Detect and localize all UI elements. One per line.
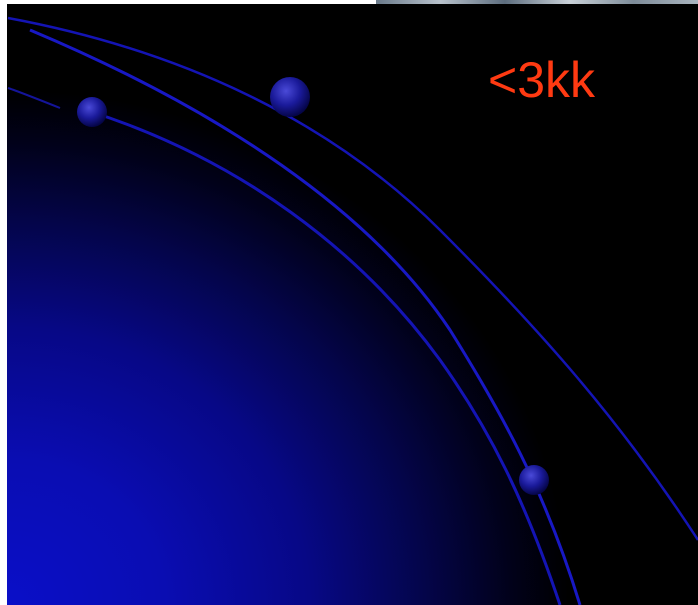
arc-middle: [29, 28, 582, 605]
arc-inner: [91, 110, 562, 605]
arc-edge: [7, 87, 61, 109]
slide-label: <3kk: [488, 52, 596, 108]
bead-small-bottom: [519, 465, 549, 495]
bead-large: [270, 77, 310, 117]
slide: <3kk: [0, 0, 698, 605]
bead-small-top: [77, 97, 107, 127]
